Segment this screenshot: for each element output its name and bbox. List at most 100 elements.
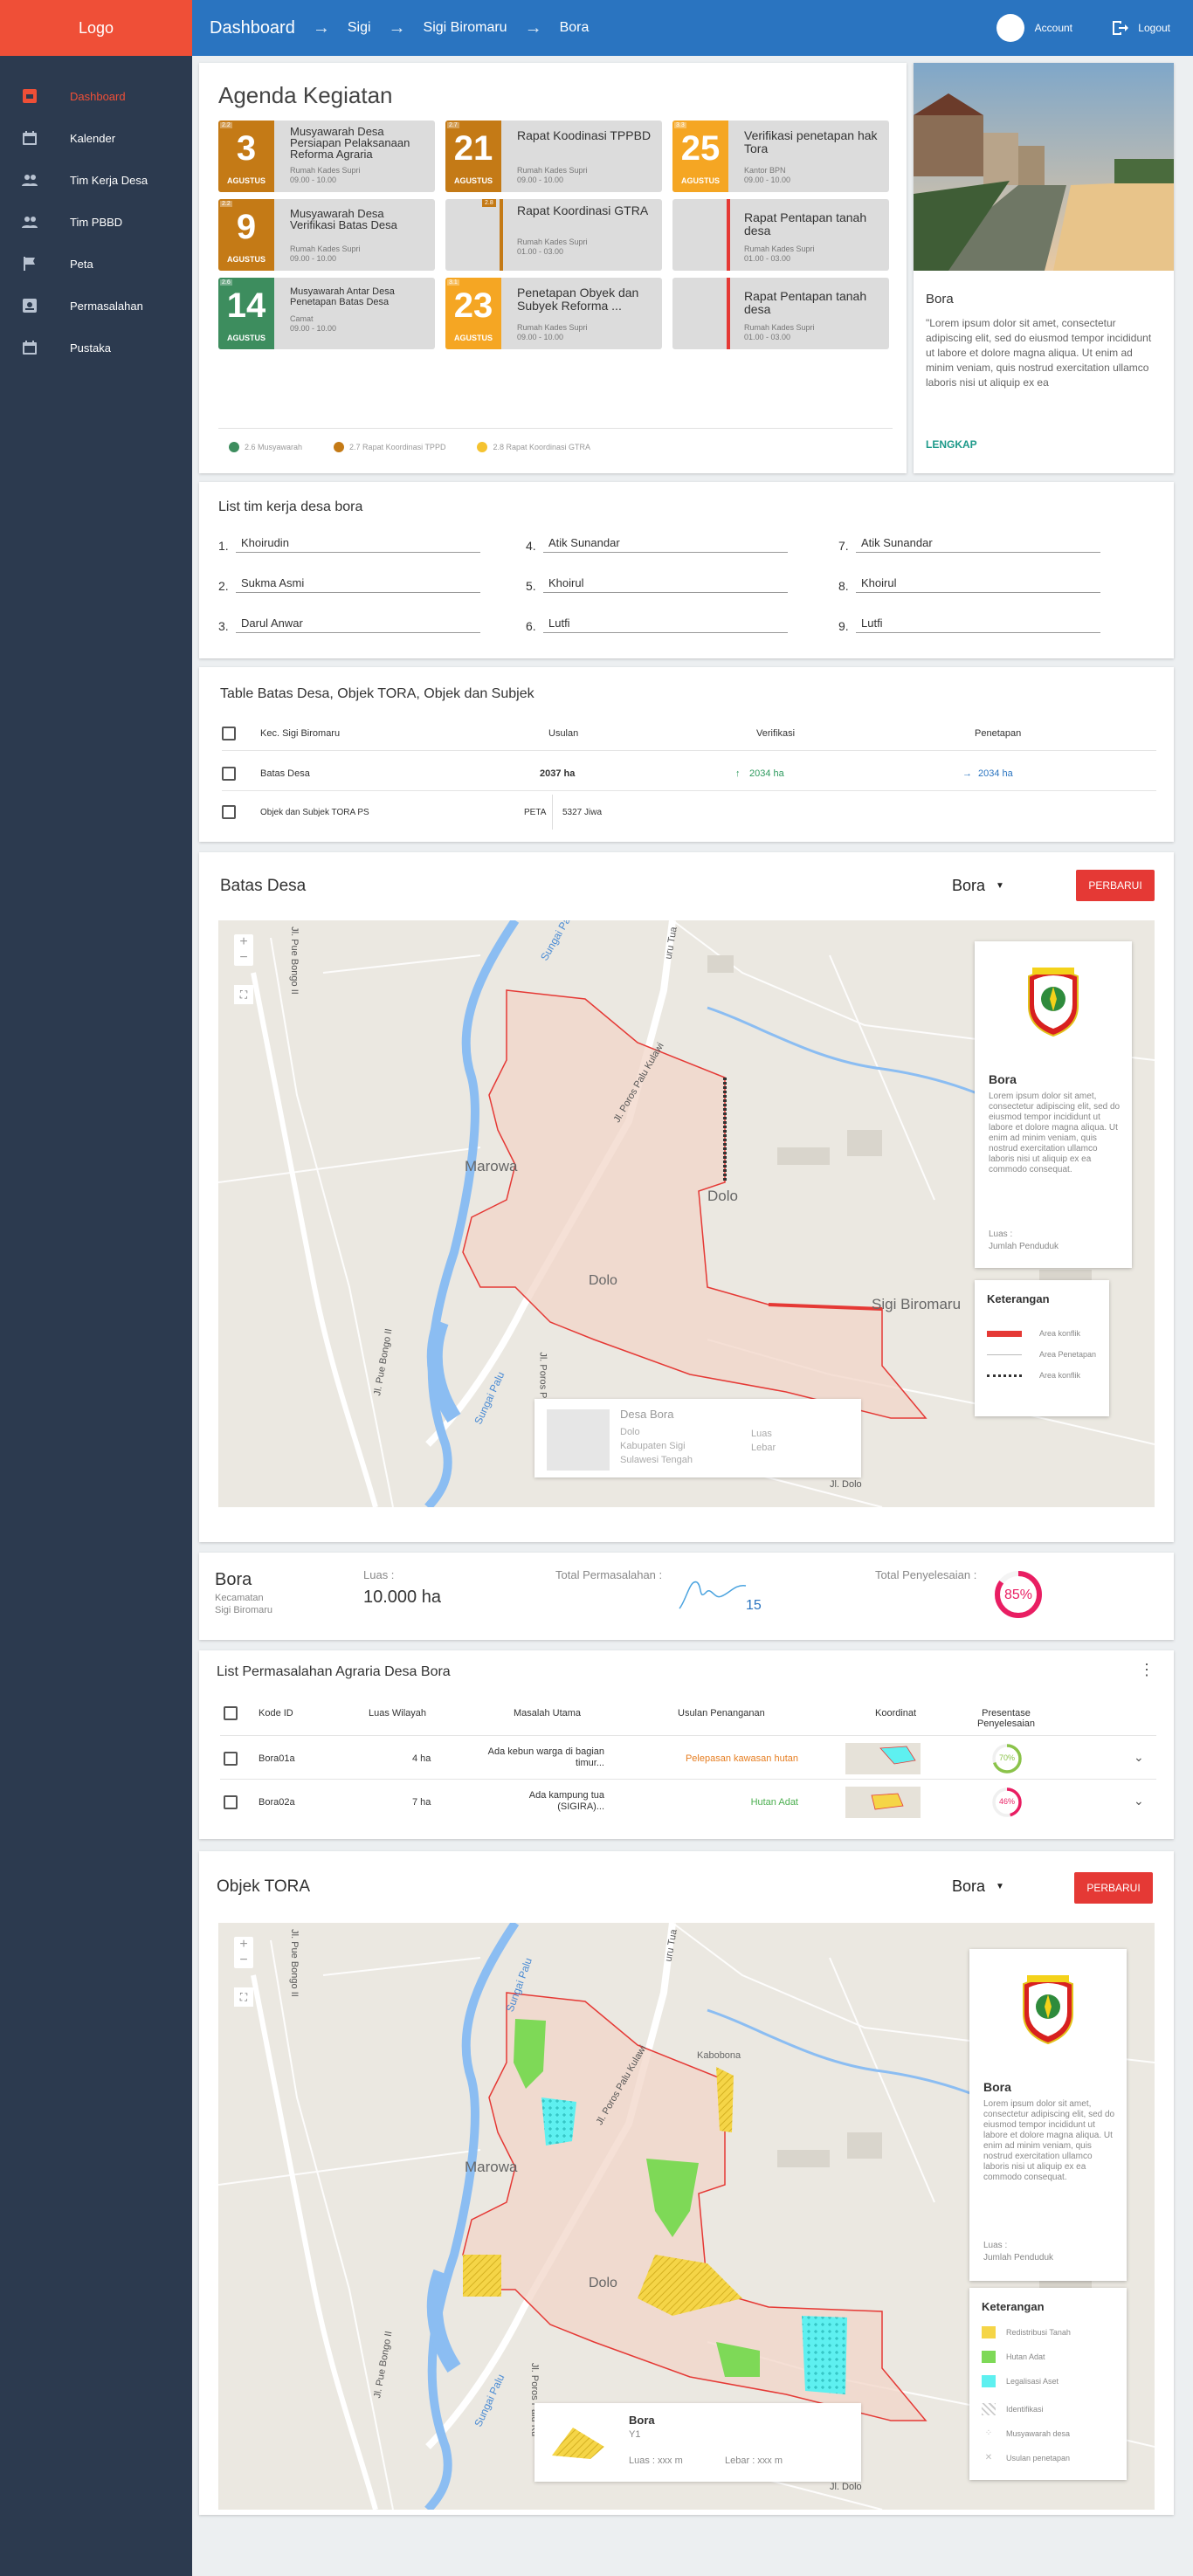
batas-map[interactable]: Sungai Palu Jl. Pue Bongo II Jl. Poros P… <box>218 920 1155 1507</box>
desa-popup: Desa Bora Dolo Kabupaten Sigi Sulawesi T… <box>534 1399 861 1477</box>
tim-member: 8. Khoirul <box>838 576 1100 593</box>
select-all-checkbox[interactable] <box>222 726 236 740</box>
row-checkbox[interactable] <box>224 1795 238 1809</box>
table-row[interactable]: Bora01a 4 ha Ada kebun warga di bagian t… <box>220 1738 1156 1780</box>
summary-luas: 10.000 ha <box>363 1588 441 1607</box>
breadcrumb-item[interactable]: Bora <box>560 20 590 36</box>
sidebar-item-tim-kerja-desa[interactable]: Tim Kerja Desa <box>0 159 192 201</box>
row-checkbox[interactable] <box>222 766 236 781</box>
breadcrumb: Dashboard → Sigi → Sigi Biromaru → Bora <box>192 18 589 38</box>
sidebar-item-pustaka[interactable]: Pustaka <box>0 327 192 368</box>
desa-thumbnail <box>547 1409 610 1471</box>
perbarui-button[interactable]: PERBARUI <box>1074 1872 1153 1904</box>
tim-kerja-card: List tim kerja desa bora 1. Khoirudin 2. S… <box>199 482 1174 658</box>
village-dropdown[interactable]: Bora ▼ <box>952 877 1004 895</box>
batas-desa-title: Batas Desa <box>220 877 307 895</box>
regency-seal-icon <box>1023 1975 1073 2045</box>
arrow-right-icon: → <box>962 768 972 779</box>
tim-member: 6. Lutfi <box>526 616 788 633</box>
fullscreen-icon[interactable]: ⛶ <box>234 985 253 1004</box>
calendar-icon <box>23 341 37 355</box>
sidebar-item-permasalahan[interactable]: Permasalahan <box>0 285 192 327</box>
table-row: Objek dan Subjek TORA PS PETA 5327 Jiwa <box>222 795 1156 830</box>
agenda-legend: 2.6 Musyawarah 2.7 Rapat Koordinasi TPPD… <box>229 442 622 452</box>
zoom-control: + − <box>234 934 253 966</box>
tim-member: 7. Atik Sunandar <box>838 536 1100 553</box>
tim-kerja-title: List tim kerja desa bora <box>218 499 363 514</box>
agenda-event[interactable]: 2.8 Rapat Koordinasi GTRA Rumah Kades Su… <box>445 199 662 271</box>
agenda-event[interactable]: 3.1 23 AGUSTUS Penetapan Obyek dan Subyek … <box>445 278 662 349</box>
koordinat-thumbnail <box>845 1743 921 1774</box>
agenda-event[interactable]: 3.3 25 AGUSTUS Verifikasi penetapan hak To… <box>672 121 889 192</box>
permasalahan-card: List Permasalahan Agraria Desa Bora ⋮ Ko… <box>199 1650 1174 1839</box>
village-info-panel: Bora Lorem ipsum dolor sit amet, consect… <box>975 941 1132 1268</box>
village-name: Bora <box>926 292 954 307</box>
koordinat-thumbnail <box>845 1787 921 1818</box>
village-desc: "Lorem ipsum dolor sit amet, consectetur… <box>926 317 1152 389</box>
logout-icon <box>1113 21 1129 35</box>
zoom-out-button[interactable]: − <box>234 950 253 966</box>
agenda-event[interactable]: 2.6 14 AGUSTUS Musyawarah Antar Desa Penet… <box>218 278 435 349</box>
logo[interactable]: Logo <box>0 0 192 56</box>
agenda-event[interactable]: 2.7 21 AGUSTUS Rapat Koodinasi TPPBD Rumah… <box>445 121 662 192</box>
people-icon <box>22 217 38 228</box>
sidebar-item-kalender[interactable]: Kalender <box>0 117 192 159</box>
fullscreen-icon[interactable]: ⛶ <box>234 1987 253 2007</box>
select-all-checkbox[interactable] <box>224 1706 238 1720</box>
objek-tora-title: Objek TORA <box>217 1877 311 1896</box>
village-photo <box>914 63 1174 271</box>
village-info-panel: Bora Lorem ipsum dolor sit amet, consect… <box>969 1949 1127 2281</box>
sidebar-item-peta[interactable]: Peta <box>0 243 192 285</box>
breadcrumb-item[interactable]: Sigi Biromaru <box>424 20 507 36</box>
arrow-up-icon: ↑ <box>735 768 741 779</box>
batas-desa-card: Batas Desa Bora ▼ PERBARUI Sungai Palu Jl… <box>199 852 1174 1542</box>
lengkap-link[interactable]: LENGKAP <box>926 438 977 451</box>
chevron-down-icon[interactable]: ⌄ <box>1134 1750 1144 1765</box>
logout-button[interactable]: Logout <box>1110 0 1170 56</box>
sidebar-item-tim-pbbd[interactable]: Tim PBBD <box>0 201 192 243</box>
tora-thumbnail <box>552 2428 604 2459</box>
more-vert-icon[interactable]: ⋮ <box>1139 1661 1155 1679</box>
zoom-in-button[interactable]: + <box>234 934 253 950</box>
perbarui-button[interactable]: PERBARUI <box>1076 870 1155 901</box>
account-button[interactable]: Account <box>996 0 1072 56</box>
agenda-event[interactable]: 2.2 9 AGUSTUS Musyawarah Desa Verifikasi B… <box>218 199 435 271</box>
inbox-icon <box>23 299 37 313</box>
row-checkbox[interactable] <box>222 805 236 819</box>
agenda-event[interactable]: Rapat Pentapan tanah desa Rumah Kades Su… <box>672 278 889 349</box>
caret-down-icon: ▼ <box>996 881 1004 891</box>
sidebar: Logo Dashboard Kalender Tim Kerja Desa T… <box>0 0 192 2576</box>
summary-card: Bora Kecamatan Sigi Biromaru Luas : 10.0… <box>199 1553 1174 1640</box>
top-bar: Dashboard → Sigi → Sigi Biromaru → Bora … <box>192 0 1193 56</box>
village-dropdown[interactable]: Bora ▼ <box>952 1877 1004 1896</box>
table-header: Kode ID Luas Wilayah Masalah Utama Usula… <box>220 1692 1156 1736</box>
breadcrumb-item[interactable]: Dashboard <box>210 18 295 38</box>
tim-member: 3. Darul Anwar <box>218 616 480 633</box>
breadcrumb-item[interactable]: Sigi <box>348 20 371 36</box>
arrow-right-icon: → <box>524 17 542 38</box>
agenda-card: Agenda Kegiatan 2.2 3 AGUSTUS Musyawarah D… <box>199 63 907 473</box>
table-row: Batas Desa 2037 ha ↑ 2034 ha → 2034 ha <box>222 756 1156 791</box>
summary-village: Bora <box>215 1570 252 1589</box>
chevron-down-icon[interactable]: ⌄ <box>1134 1794 1144 1808</box>
calendar-icon <box>23 131 37 145</box>
table-row[interactable]: Bora02a 7 ha Ada kampung tua (SIGIRA)...… <box>220 1781 1156 1823</box>
agenda-event[interactable]: Rapat Pentapan tanah desa Rumah Kades Su… <box>672 199 889 271</box>
batas-table-title: Table Batas Desa, Objek TORA, Objek dan … <box>220 686 534 701</box>
row-checkbox[interactable] <box>224 1752 238 1766</box>
penyelesaian-value: 85% <box>1003 1588 1033 1602</box>
zoom-out-button[interactable]: − <box>234 1953 253 1968</box>
keterangan-panel: Keterangan Redistribusi Tanah Hutan Adat… <box>969 2288 1127 2480</box>
batas-table-card: Table Batas Desa, Objek TORA, Objek dan … <box>199 667 1174 842</box>
tim-member: 4. Atik Sunandar <box>526 536 788 553</box>
tora-popup: Bora Y1 Luas : xxx m Lebar : xxx m <box>534 2403 861 2482</box>
avatar <box>996 14 1024 42</box>
table-header: Kec. Sigi Biromaru Usulan Verifikasi Pen… <box>222 716 1156 751</box>
arrow-right-icon: → <box>388 17 406 38</box>
sidebar-nav: Dashboard Kalender Tim Kerja Desa Tim PB… <box>0 56 192 368</box>
tora-map[interactable]: Sungai Palu Jl. Pue Bongo II Jl. Poros P… <box>218 1923 1155 2510</box>
zoom-in-button[interactable]: + <box>234 1937 253 1953</box>
keterangan-panel: Keterangan Area konflik Area Penetapan A… <box>975 1280 1109 1416</box>
agenda-event[interactable]: 2.2 3 AGUSTUS Musyawarah Desa Persiapan Pe… <box>218 121 435 192</box>
sidebar-item-dashboard[interactable]: Dashboard <box>0 75 192 117</box>
